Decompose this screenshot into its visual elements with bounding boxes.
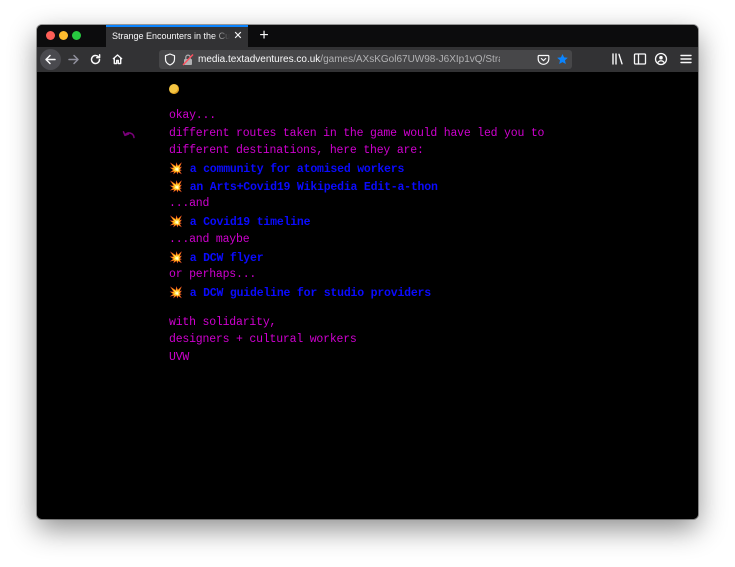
link-timeline[interactable]: a Covid19 timeline: [190, 216, 311, 229]
zoom-window-button[interactable]: [72, 31, 81, 40]
link-community[interactable]: a community for atomised workers: [190, 163, 405, 176]
pocket-icon[interactable]: [537, 53, 550, 71]
address-bar[interactable]: media.textadventures.co.uk/games/AXsKGol…: [159, 50, 572, 69]
nav-toolbar: media.textadventures.co.uk/games/AXsKGol…: [37, 47, 698, 72]
signoff-text-3: UVW: [169, 350, 190, 364]
signoff-text-1: with solidarity,: [169, 315, 277, 329]
account-icon[interactable]: [653, 51, 669, 67]
close-window-button[interactable]: [46, 31, 55, 40]
tab-close-icon[interactable]: ✕: [231, 29, 245, 43]
undo-icon[interactable]: [121, 128, 137, 147]
and-maybe-text: ...and maybe: [169, 232, 250, 246]
tab-active[interactable]: Strange Encounters in the Cultural Secto…: [106, 25, 248, 47]
new-tab-button[interactable]: +: [255, 26, 273, 46]
tab-title: Strange Encounters in the Cultural Secto…: [112, 31, 230, 41]
list-item: 💥 a DCW flyer: [169, 249, 544, 267]
minimize-window-button[interactable]: [59, 31, 68, 40]
link-flyer[interactable]: a DCW flyer: [190, 252, 264, 265]
game-text: okay... different routes taken in the ga…: [169, 107, 544, 367]
link-guideline[interactable]: a DCW guideline for studio providers: [190, 287, 431, 300]
routes-text-2: different destinations, here they are:: [169, 144, 424, 158]
signoff-text-2: designers + cultural workers: [169, 333, 357, 347]
back-icon[interactable]: [40, 49, 61, 70]
collision-emoji-icon: 💥: [169, 179, 183, 193]
routes-text-1: different routes taken in the game would…: [169, 126, 545, 140]
list-item: 💥 an Arts+Covid19 Wikipedia Edit-a-thon: [169, 178, 544, 196]
browser-window: Strange Encounters in the Cultural Secto…: [37, 25, 698, 519]
reload-icon[interactable]: [85, 49, 106, 70]
insecure-lock-icon[interactable]: [182, 53, 194, 71]
sidebar-icon[interactable]: [632, 51, 648, 67]
collision-emoji-icon: 💥: [169, 285, 183, 299]
game-content: okay... different routes taken in the ga…: [37, 72, 698, 519]
menu-icon[interactable]: [678, 51, 694, 67]
list-item: 💥 a DCW guideline for studio providers: [169, 284, 544, 302]
url-text[interactable]: media.textadventures.co.uk/games/AXsKGol…: [198, 53, 500, 67]
url-path: /games/AXsKGol67UW98-J6XIp1vQ/Strange En…: [320, 54, 500, 65]
list-item: 💥 a Covid19 timeline: [169, 213, 544, 231]
url-host: media.textadventures.co.uk: [198, 54, 321, 65]
bookmark-star-icon[interactable]: [556, 53, 569, 71]
collision-emoji-icon: 💥: [169, 250, 183, 264]
shield-icon[interactable]: [164, 53, 176, 71]
link-editathon[interactable]: an Arts+Covid19 Wikipedia Edit-a-thon: [190, 181, 438, 194]
tab-bar: Strange Encounters in the Cultural Secto…: [37, 25, 698, 47]
collision-emoji-icon: 💥: [169, 162, 183, 176]
or-perhaps-text: or perhaps...: [169, 268, 257, 282]
library-icon[interactable]: [610, 51, 626, 67]
intro-text: okay...: [169, 109, 216, 122]
face-emoji-icon: [169, 84, 179, 94]
home-icon[interactable]: [107, 49, 128, 70]
collision-emoji-icon: 💥: [169, 215, 183, 229]
list-item: 💥 a community for atomised workers: [169, 160, 544, 178]
and-text: ...and: [169, 197, 210, 211]
forward-icon[interactable]: [63, 49, 84, 70]
